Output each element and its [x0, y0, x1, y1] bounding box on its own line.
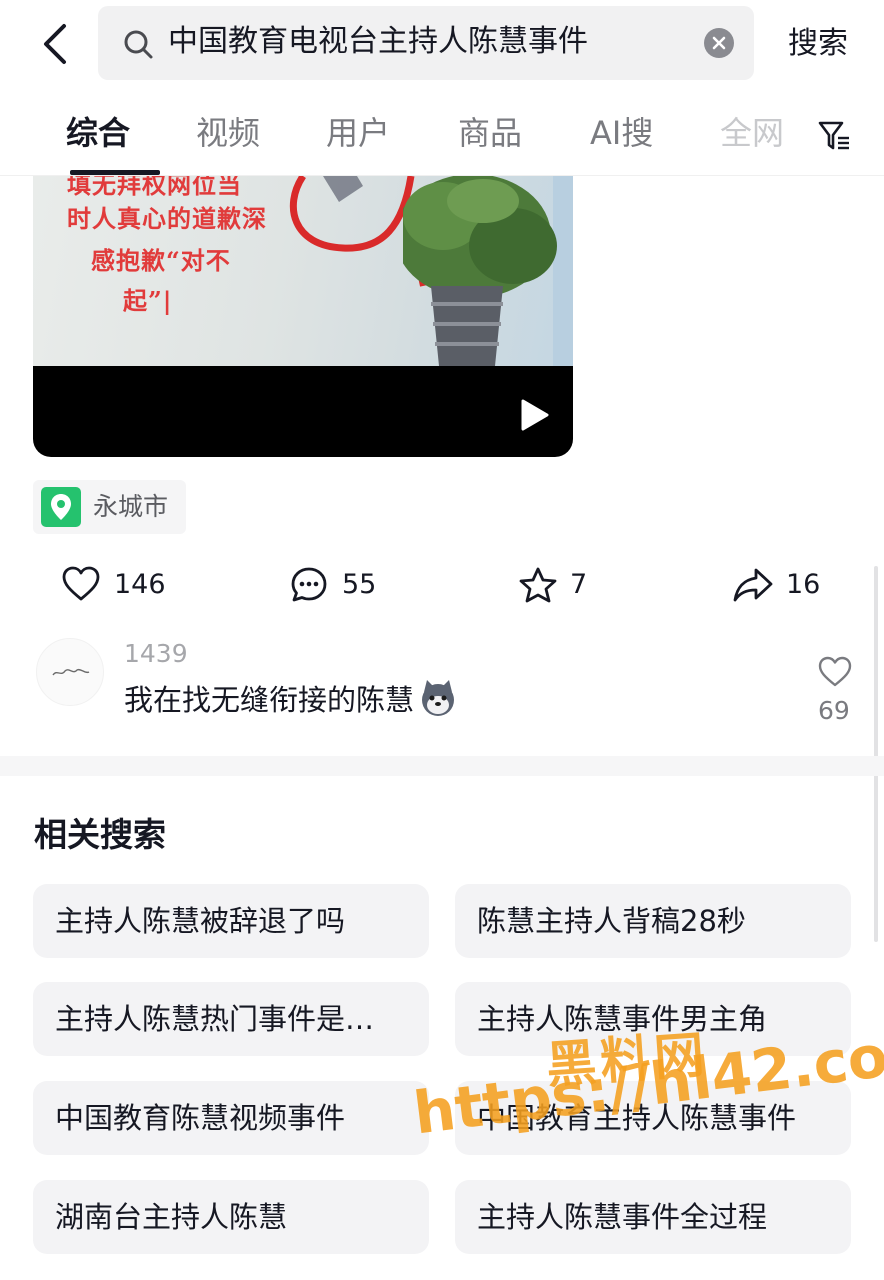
tab-video[interactable]: 视频	[196, 112, 260, 154]
heart-icon	[62, 566, 100, 601]
tab-users[interactable]: 用户	[326, 112, 390, 154]
related-search-label: 主持人陈慧事件全过程	[477, 1200, 768, 1234]
related-search-chip[interactable]: 主持人陈慧热门事件是…	[33, 982, 429, 1056]
comment-like-icon[interactable]	[818, 656, 852, 690]
play-icon[interactable]	[519, 398, 551, 432]
related-search-label: 中国教育陈慧视频事件	[55, 1101, 346, 1135]
star-icon	[519, 567, 557, 603]
like-count: 146	[114, 569, 166, 600]
related-search-chip[interactable]: 中国教育陈慧视频事件	[33, 1081, 429, 1155]
comment-body: 我在找无缝衔接的陈慧	[124, 678, 458, 720]
related-searches-title: 相关搜索	[34, 815, 166, 854]
related-search-label: 陈慧主持人背稿28秒	[477, 904, 746, 938]
search-header: 中国教育电视台主持人陈慧事件 搜索	[0, 0, 884, 90]
comment-like-count: 69	[818, 696, 850, 725]
overlay-caption-line: 填无拜权网位当	[67, 176, 242, 199]
related-search-chip[interactable]: 主持人陈慧事件全过程	[455, 1180, 851, 1254]
comment-count: 55	[342, 569, 377, 600]
overlay-caption-line: 起”|	[123, 286, 173, 315]
comment-icon	[291, 567, 327, 602]
overlay-caption-line: 时人真心的道歉深	[67, 204, 267, 233]
tab-general[interactable]: 综合	[66, 112, 130, 154]
tab-ai-search[interactable]: AI搜	[590, 112, 653, 154]
related-search-label: 湖南台主持人陈慧	[55, 1200, 288, 1234]
share-icon	[733, 568, 773, 602]
comment-text: 我在找无缝衔接的陈慧	[124, 683, 415, 717]
back-icon[interactable]	[36, 22, 76, 66]
video-thumbnail: 填无拜权网位当 时人真心的道歉深 感抱歉“对不 起”|	[33, 176, 573, 366]
comment-username[interactable]: 1439	[124, 638, 188, 670]
search-icon	[122, 28, 154, 60]
related-search-chip[interactable]: 主持人陈慧被辞退了吗	[33, 884, 429, 958]
avatar[interactable]	[36, 638, 104, 706]
related-search-label: 主持人陈慧被辞退了吗	[55, 904, 346, 938]
clear-icon[interactable]	[704, 28, 734, 58]
video-result-card[interactable]: 填无拜权网位当 时人真心的道歉深 感抱歉“对不 起”|	[33, 176, 573, 457]
location-pin-icon	[41, 487, 81, 527]
share-count: 16	[786, 569, 821, 600]
location-label: 永城市	[93, 492, 169, 521]
related-search-chip[interactable]: 陈慧主持人背稿28秒	[455, 884, 851, 958]
plant-graphic	[403, 176, 573, 366]
related-search-chip[interactable]: 湖南台主持人陈慧	[33, 1180, 429, 1254]
related-search-label: 主持人陈慧热门事件是…	[55, 1002, 375, 1036]
tab-whole-web[interactable]: 全网	[720, 112, 784, 154]
search-button[interactable]: 搜索	[788, 22, 848, 66]
search-query[interactable]: 中国教育电视台主持人陈慧事件	[168, 22, 588, 62]
tab-products[interactable]: 商品	[458, 112, 522, 154]
filter-icon[interactable]	[816, 118, 852, 154]
overlay-caption-line: 感抱歉“对不	[91, 246, 231, 275]
scrollbar[interactable]	[874, 566, 878, 942]
husky-emoji-icon	[422, 680, 455, 716]
active-tab-indicator	[70, 170, 160, 175]
favorite-count: 7	[570, 569, 588, 600]
search-tabs: 综合 视频 用户 商品 AI搜 全网	[0, 92, 884, 176]
search-input[interactable]: 中国教育电视台主持人陈慧事件	[98, 6, 754, 80]
location-tag[interactable]: 永城市	[33, 480, 186, 534]
section-divider	[0, 756, 884, 776]
